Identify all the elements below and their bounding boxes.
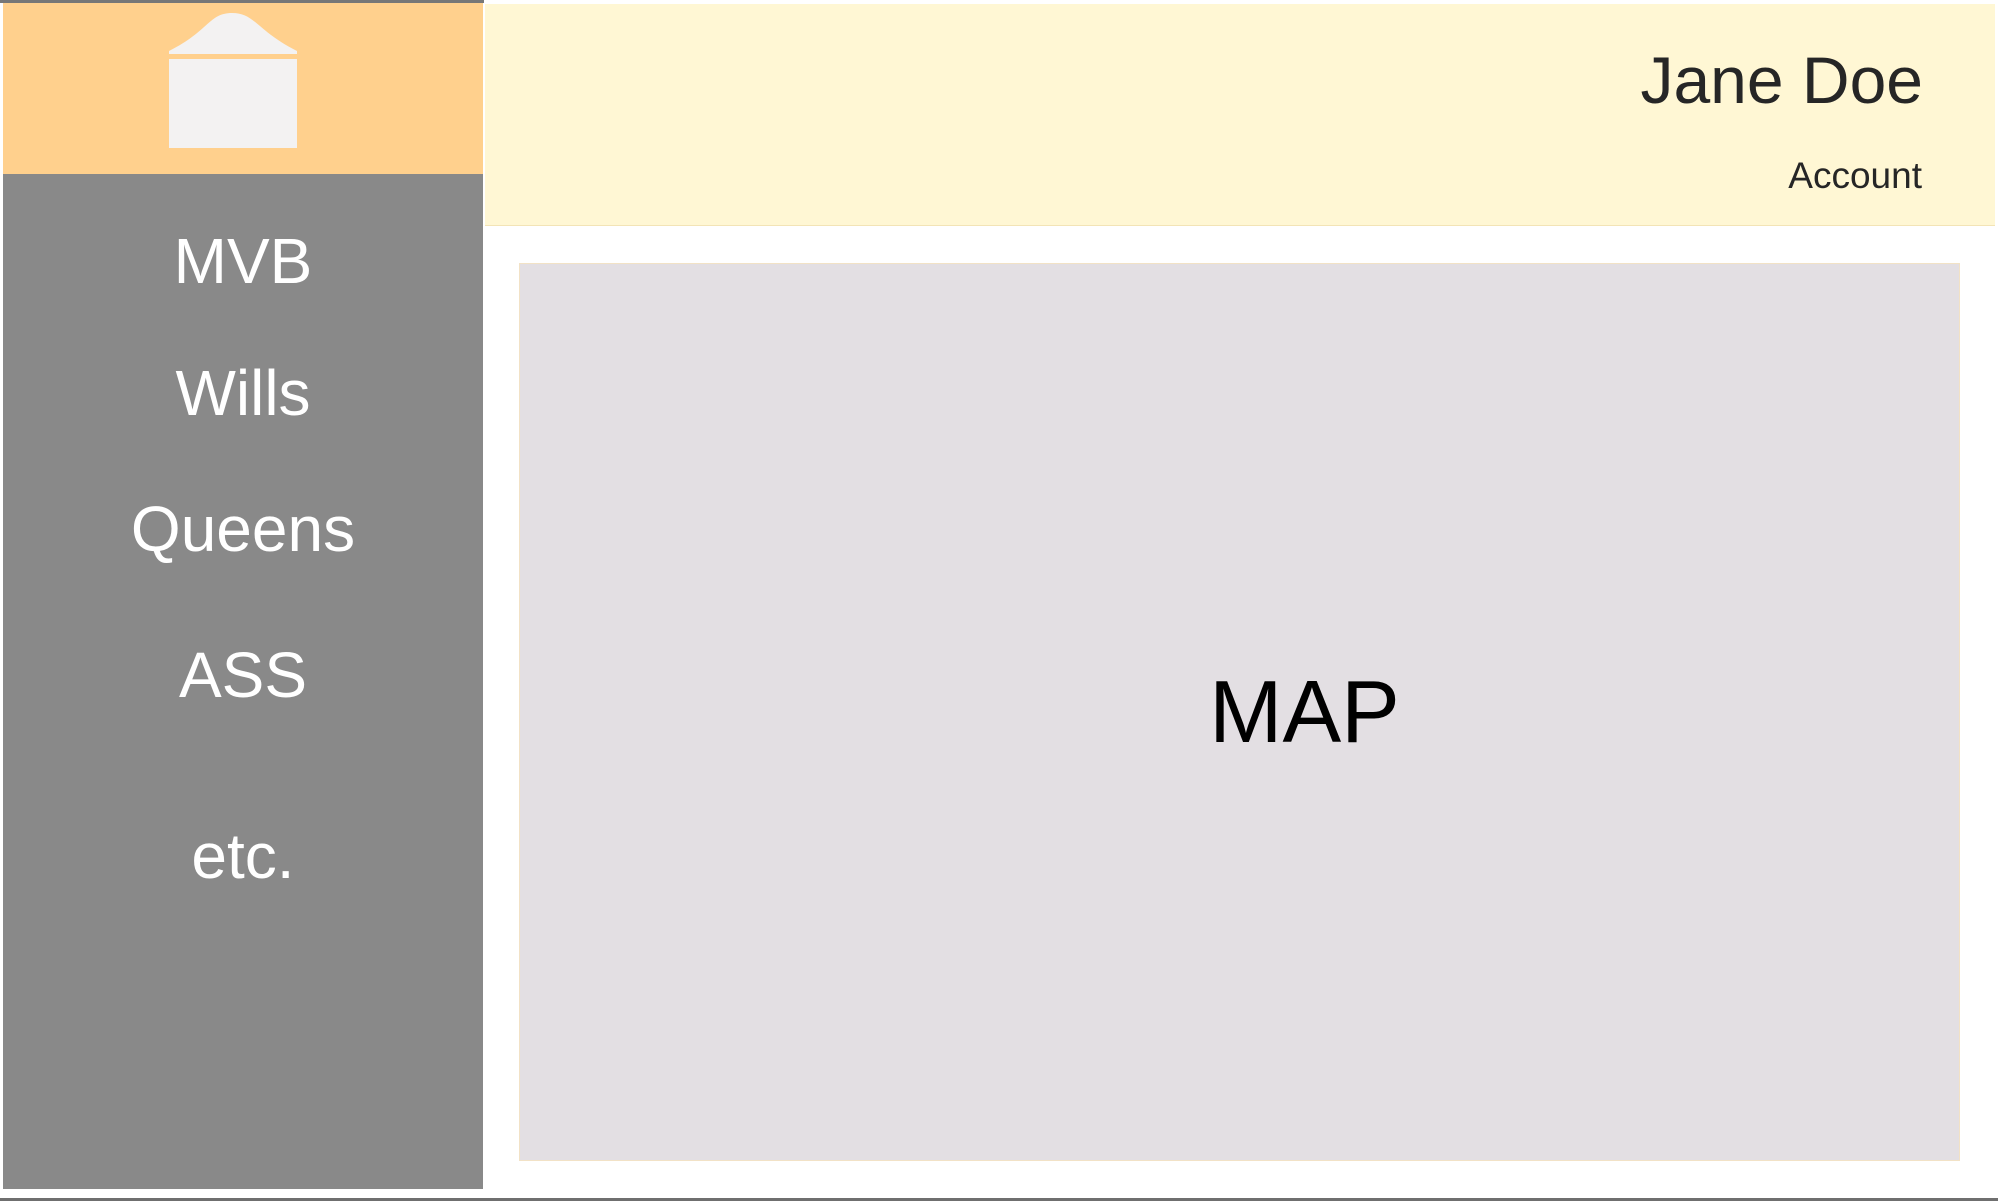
app-window: MVB Wills Queens ASS etc. Jane Doe Accou…: [0, 0, 1998, 1202]
sidebar-item-queens[interactable]: Queens: [3, 491, 483, 567]
sidebar-item-etc[interactable]: etc.: [3, 818, 483, 894]
frame-bottom-border: [0, 1198, 1998, 1201]
home-icon: [169, 13, 297, 148]
user-name: Jane Doe: [1640, 43, 1923, 117]
sidebar-item-ass[interactable]: ASS: [3, 637, 483, 713]
sidebar: MVB Wills Queens ASS etc.: [3, 3, 483, 1189]
account-link[interactable]: Account: [1788, 154, 1922, 198]
home-logo-button[interactable]: [3, 3, 483, 174]
sidebar-item-mvb[interactable]: MVB: [3, 223, 483, 299]
header: Jane Doe Account: [485, 4, 1995, 226]
map-label: MAP: [1209, 662, 1400, 761]
sidebar-item-wills[interactable]: Wills: [3, 355, 483, 431]
map-panel[interactable]: MAP: [519, 263, 1960, 1161]
